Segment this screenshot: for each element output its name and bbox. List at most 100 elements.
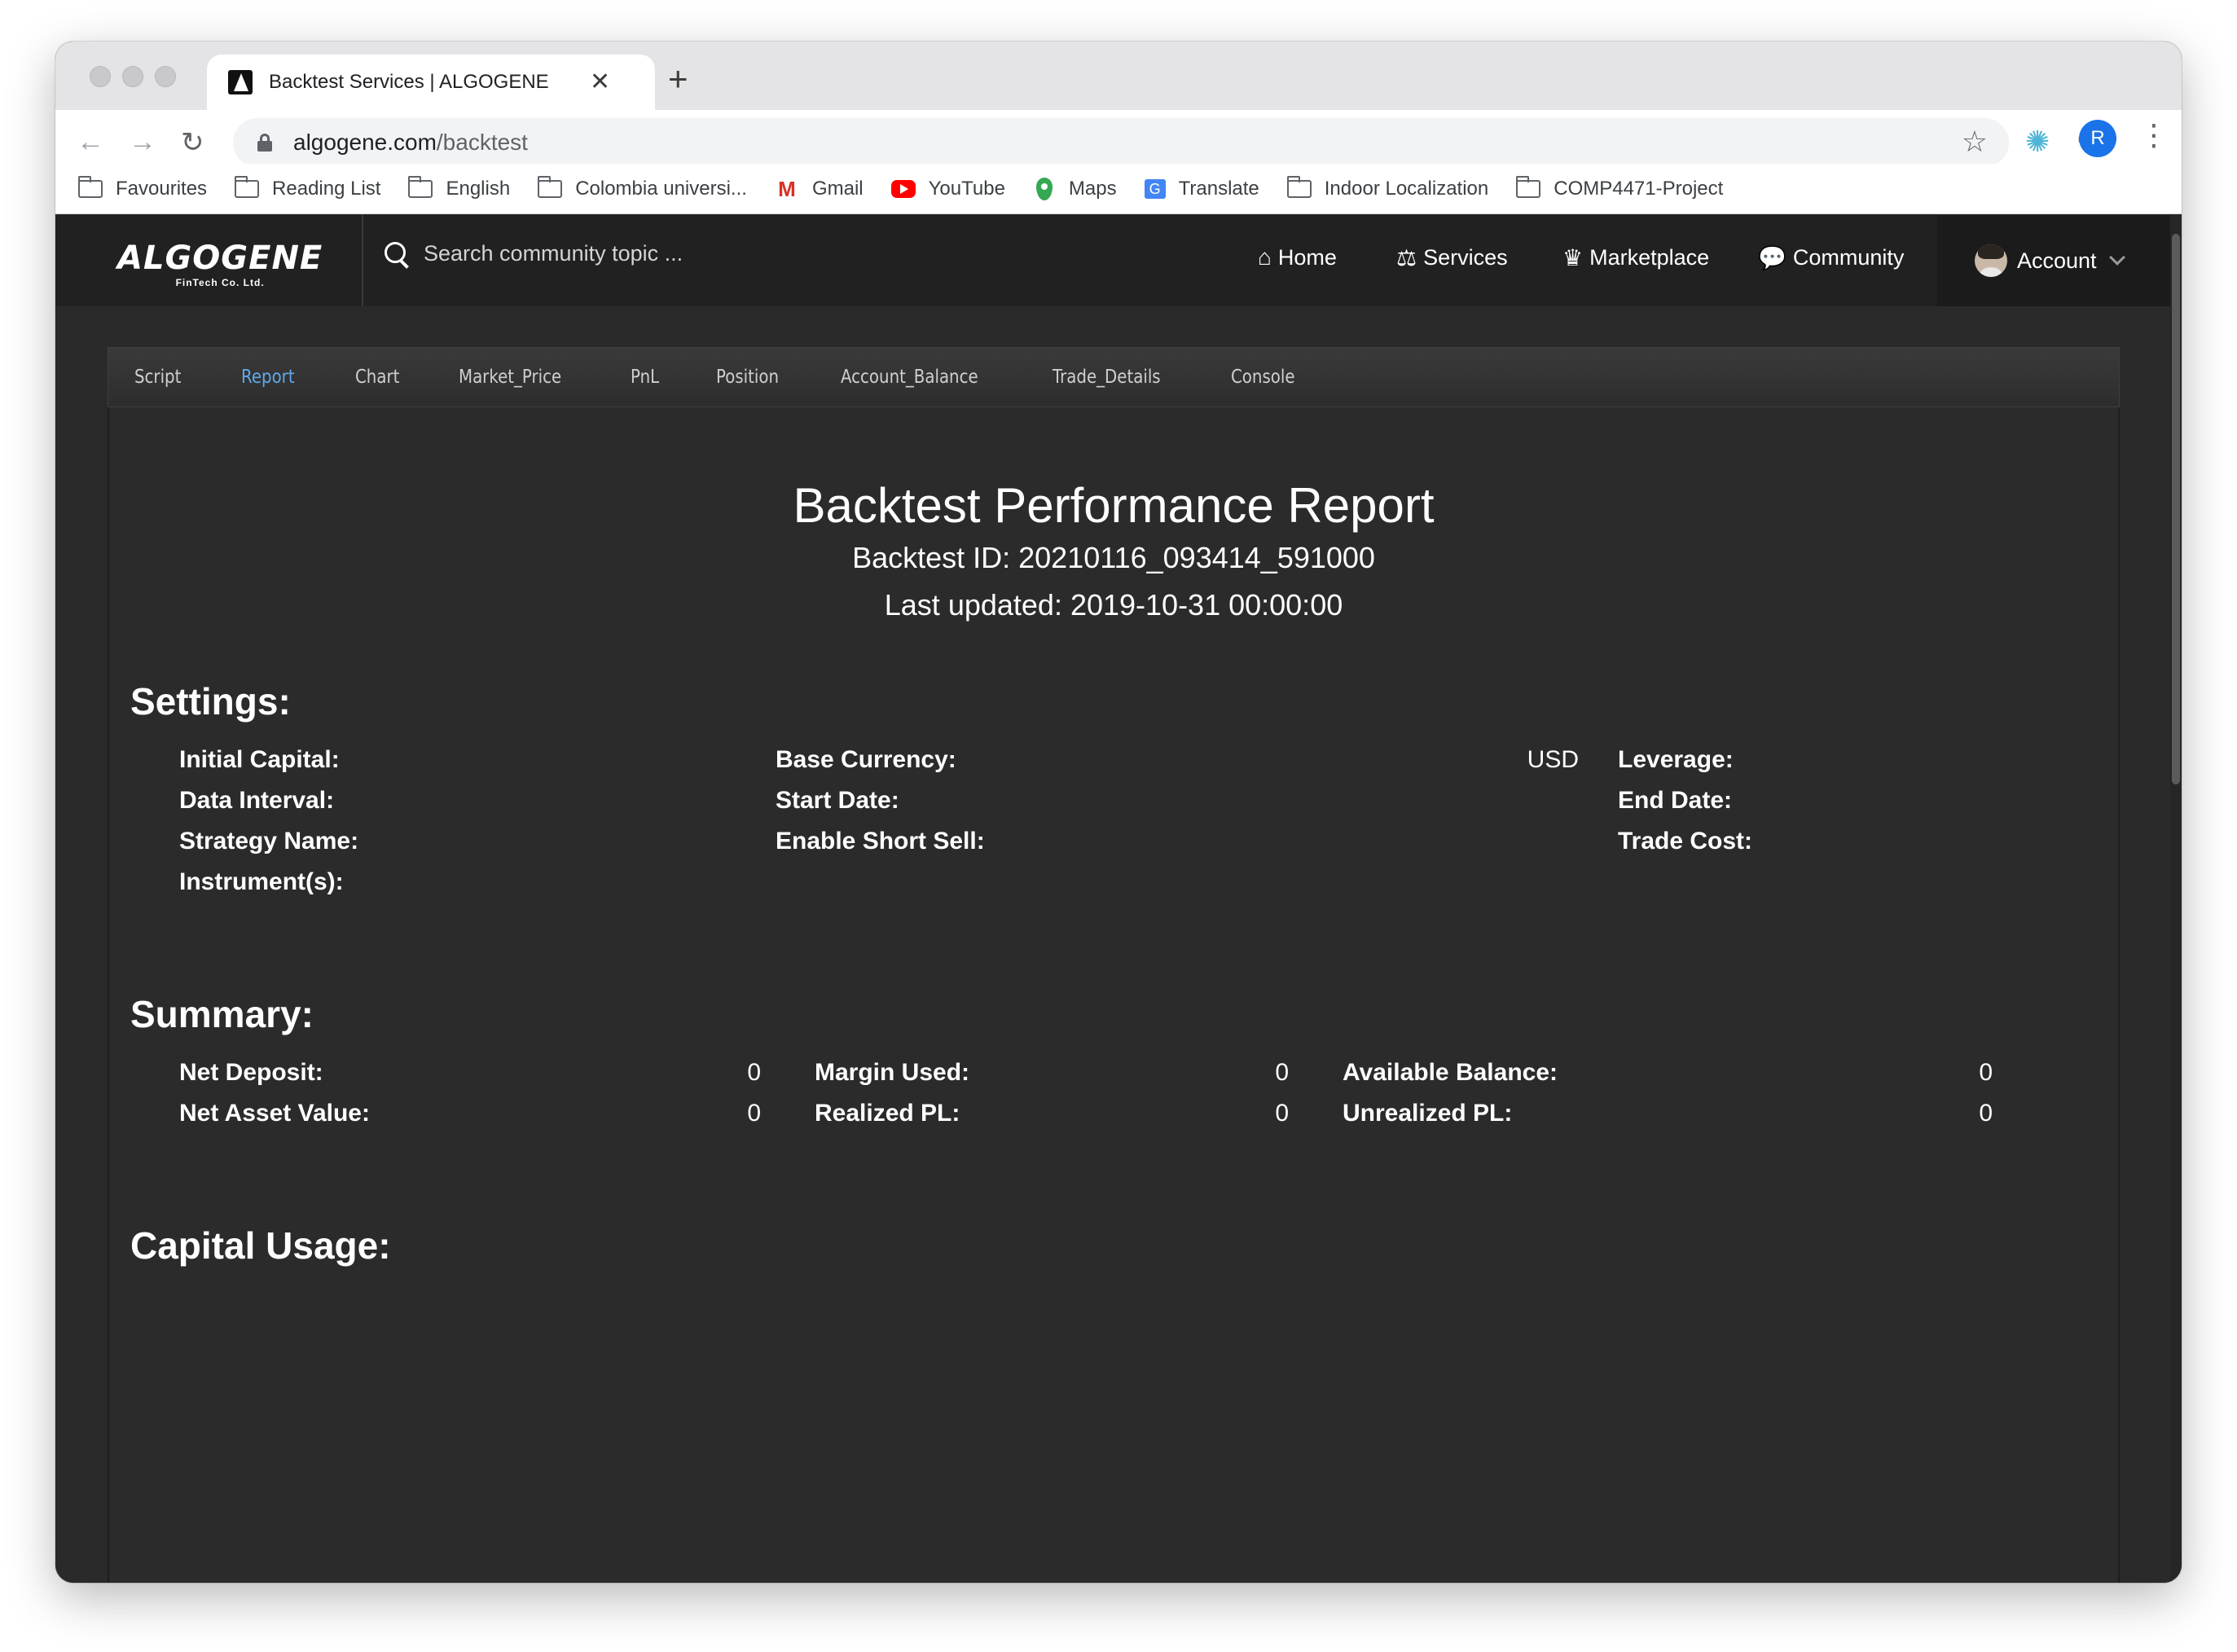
maps-icon [1035, 177, 1053, 200]
window-close-button[interactable] [90, 66, 111, 87]
realized-pl-label: Realized PL: [815, 1100, 960, 1127]
trade-cost-label: Trade Cost: [1618, 828, 1753, 855]
new-tab-button[interactable]: + [668, 59, 688, 99]
bookmark-label: Indoor Localization [1324, 177, 1489, 200]
nav-services[interactable]: ⚖ Services [1396, 244, 1508, 271]
community-search [385, 241, 766, 266]
bookmark-item[interactable]: YouTube [890, 177, 1005, 200]
bookmark-star-icon[interactable]: ☆ [1962, 125, 1988, 159]
bookmark-item[interactable]: G Translate [1144, 177, 1259, 200]
browser-window: Backtest Services | ALGOGENE ✕ + ← → ↻ a… [55, 42, 2182, 1583]
bookmark-item[interactable]: M Gmail [775, 178, 864, 200]
gmail-icon: M [778, 176, 796, 201]
bookmark-item[interactable]: COMP4471-Project [1516, 175, 1724, 200]
bookmark-label: Translate [1178, 177, 1259, 200]
chevron-down-icon [2108, 249, 2125, 266]
unrealized-pl-label: Unrealized PL: [1343, 1100, 1513, 1127]
user-avatar [1975, 244, 2007, 277]
algogene-logo[interactable]: ALGOGENE FinTech Co. Ltd. [117, 242, 323, 288]
search-icon[interactable] [385, 241, 409, 266]
report-title: Backtest Performance Report [793, 478, 1435, 533]
start-date-label: Start Date: [776, 787, 899, 814]
close-icon[interactable]: ✕ [590, 70, 610, 94]
tab-report[interactable]: Report [241, 367, 295, 388]
browser-menu-icon[interactable]: ⋮ [2139, 118, 2169, 152]
realized-pl-value: 0 [1275, 1100, 1289, 1127]
scale-icon: ⚖ [1396, 245, 1417, 270]
net-asset-value-label: Net Asset Value: [179, 1100, 370, 1127]
available-balance-label: Available Balance: [1343, 1059, 1558, 1086]
main-content: Script Report Chart Market_Price PnL Position… [55, 306, 2170, 1583]
bookmark-label: English [446, 177, 511, 200]
tab-pnl[interactable]: PnL [631, 367, 659, 388]
tab-strip: Backtest Services | ALGOGENE ✕ + [55, 42, 2182, 110]
bookmark-item[interactable]: Maps [1033, 177, 1117, 200]
bookmark-label: Colombia universi... [575, 177, 747, 200]
initial-capital-label: Initial Capital: [179, 746, 340, 773]
tab-console[interactable]: Console [1231, 367, 1295, 388]
extension-globe-icon[interactable]: ✺ [2025, 125, 2050, 159]
leverage-label: Leverage: [1618, 746, 1734, 773]
folder-icon [78, 175, 103, 198]
scrollbar-thumb[interactable] [2172, 234, 2180, 784]
bookmark-label: Favourites [116, 177, 208, 200]
folder-icon [235, 175, 260, 198]
tab-market-price[interactable]: Market_Price [459, 367, 561, 388]
home-icon: ⌂ [1258, 244, 1272, 270]
bookmark-item[interactable]: Favourites [78, 175, 208, 200]
search-input[interactable] [424, 241, 766, 266]
forward-arrow-icon[interactable]: → [129, 126, 156, 158]
folder-icon [1286, 175, 1312, 198]
nav-services-label: Services [1423, 245, 1508, 270]
folder-icon [408, 175, 433, 198]
base-currency-value: USD [1527, 746, 1579, 773]
unrealized-pl-value: 0 [1979, 1100, 1993, 1127]
youtube-icon [890, 179, 916, 198]
window-minimize-button[interactable] [122, 66, 143, 87]
backtest-subtabs: Script Report Chart Market_Price PnL Position… [108, 347, 2120, 407]
lock-icon [257, 134, 272, 152]
summary-heading: Summary: [130, 993, 314, 1035]
reload-icon[interactable]: ↻ [181, 126, 204, 159]
bookmark-label: COMP4471-Project [1554, 177, 1724, 200]
url-text[interactable]: algogene.com/backtest [293, 130, 528, 156]
bookmark-item[interactable]: Indoor Localization [1286, 175, 1489, 200]
tab-trade-details[interactable]: Trade_Details [1053, 367, 1161, 388]
window-zoom-button[interactable] [155, 66, 176, 87]
bookmark-item[interactable]: Colombia universi... [538, 175, 747, 200]
end-date-label: End Date: [1618, 787, 1733, 814]
tab-script[interactable]: Script [134, 367, 181, 388]
bookmark-label: Maps [1068, 177, 1117, 200]
data-interval-label: Data Interval: [179, 787, 335, 814]
site-header: ALGOGENE FinTech Co. Ltd. ⌂Home ⚖Service… [55, 215, 2170, 306]
bookmarks-bar: Favourites Reading List English Colombia un… [55, 164, 2182, 214]
address-bar[interactable]: algogene.com/backtest ☆ [233, 118, 2009, 167]
bookmark-label: YouTube [928, 177, 1005, 200]
bookmark-item[interactable]: English [408, 175, 511, 200]
capital-usage-heading: Capital Usage: [130, 1224, 391, 1267]
nav-marketplace[interactable]: ♛ Marketplace [1562, 244, 1709, 271]
browser-tab-active[interactable]: Backtest Services | ALGOGENE ✕ [207, 55, 655, 110]
profile-avatar[interactable]: R [2079, 120, 2116, 157]
nav-community[interactable]: 💬 Community [1758, 244, 1904, 271]
back-arrow-icon[interactable]: ← [77, 126, 104, 158]
account-menu[interactable]: Account [1937, 215, 2170, 306]
enable-short-sell-label: Enable Short Sell: [776, 828, 985, 855]
folder-icon [538, 175, 563, 198]
margin-used-label: Margin Used: [815, 1059, 970, 1086]
bookmark-label: Gmail [811, 177, 864, 200]
nav-home-label: Home [1277, 244, 1337, 270]
folder-icon [1516, 175, 1541, 198]
bookmark-label: Reading List [272, 177, 381, 200]
trophy-icon: ♛ [1562, 245, 1584, 270]
tab-chart[interactable]: Chart [355, 367, 399, 388]
tab-title: Backtest Services | ALGOGENE [269, 71, 549, 93]
report-panel: Backtest Performance Report Backtest ID:… [108, 407, 2120, 1583]
bookmark-item[interactable]: Reading List [235, 175, 381, 200]
margin-used-value: 0 [1275, 1059, 1289, 1086]
net-asset-value-value: 0 [747, 1100, 761, 1127]
nav-home[interactable]: ⌂ Home [1258, 244, 1337, 270]
net-deposit-label: Net Deposit: [179, 1059, 323, 1086]
tab-position[interactable]: Position [716, 367, 779, 388]
tab-account-balance[interactable]: Account_Balance [841, 367, 978, 388]
